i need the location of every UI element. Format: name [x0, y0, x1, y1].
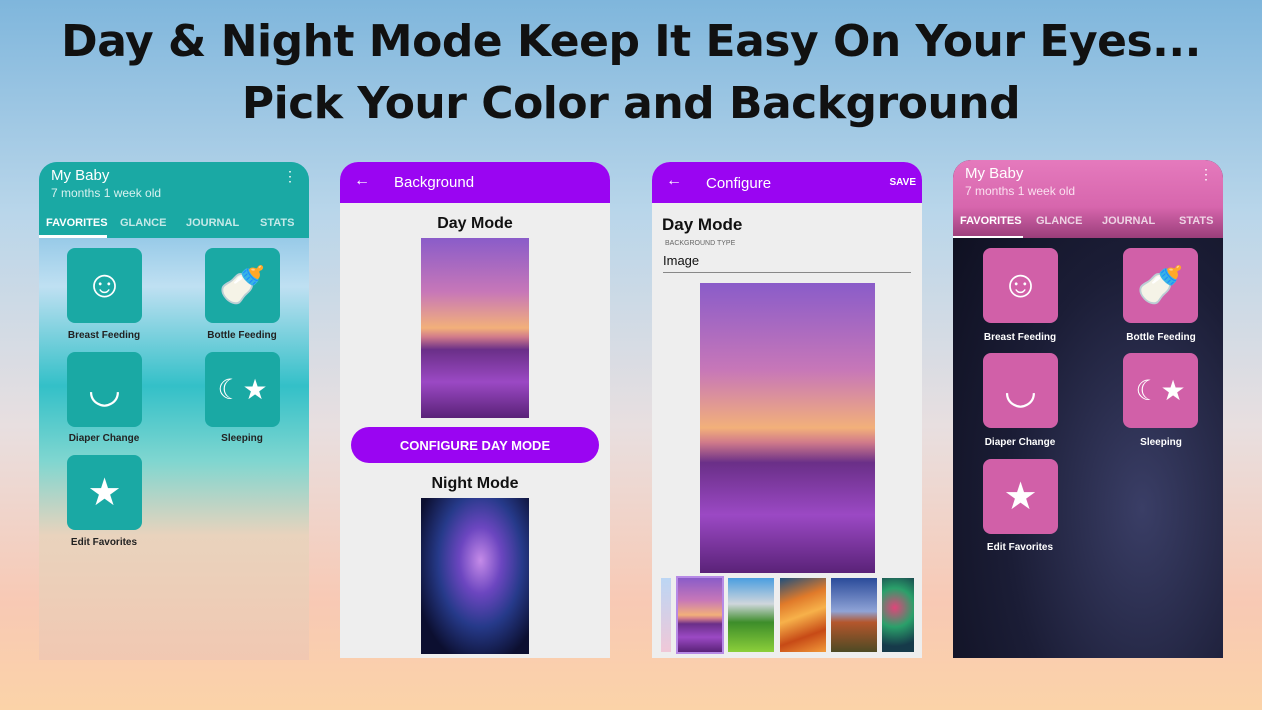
phone-background-settings: ← Background Day Mode CONFIGURE DAY MODE… [340, 162, 610, 658]
tab-journal[interactable]: JOURNAL [1102, 215, 1155, 227]
app-title: My Baby [965, 165, 1024, 182]
thumbnail-mountains[interactable] [728, 578, 774, 652]
tab-glance[interactable]: GLANCE [1036, 215, 1082, 227]
tile-label: Breast Feeding [983, 332, 1057, 343]
headline-line1: Day & Night Mode Keep It Easy On Your Ey… [61, 16, 1201, 67]
phone-configure: ← Configure SAVE Day Mode BACKGROUND TYP… [652, 162, 922, 658]
thumbnail-coral[interactable] [882, 578, 914, 652]
thumbnail-mesa[interactable] [831, 578, 877, 652]
star-icon: ★ [87, 472, 122, 514]
tab-journal[interactable]: JOURNAL [186, 217, 239, 229]
active-tab-indicator [953, 236, 1023, 238]
day-mode-heading: Day Mode [437, 215, 513, 232]
app-header: ← Configure SAVE [652, 162, 922, 203]
back-arrow-icon[interactable]: ← [354, 172, 370, 190]
bottle-icon: 🍼 [1136, 264, 1185, 307]
phone-day-teal: My Baby 7 months 1 week old ⋮ FAVORITES … [39, 162, 309, 660]
thumbnail-lavender[interactable] [676, 576, 724, 654]
tile-label: Bottle Feeding [207, 330, 277, 341]
headline-line2: Pick Your Color and Background [241, 78, 1021, 129]
diaper-icon: ◡ [1003, 370, 1038, 412]
background-type-select[interactable]: Image [663, 253, 911, 273]
night-mode-heading: Night Mode [431, 475, 519, 492]
diaper-icon: ◡ [87, 369, 122, 411]
day-mode-preview-image[interactable] [421, 238, 529, 418]
crib-mobile-icon: ☾★ [217, 374, 268, 405]
phone-night-pink: My Baby 7 months 1 week old ⋮ FAVORITES … [953, 160, 1223, 658]
configure-day-mode-button[interactable]: CONFIGURE DAY MODE [351, 427, 599, 463]
breastfeeding-icon: ☺ [1001, 264, 1040, 306]
tile-label: Bottle Feeding [1126, 332, 1196, 343]
tile-label: Diaper Change [68, 433, 140, 444]
tile-sleeping[interactable]: ☾★ [205, 352, 280, 427]
screen-title: Background [394, 174, 475, 191]
app-header: My Baby 7 months 1 week old ⋮ FAVORITES … [953, 160, 1223, 238]
bottle-icon: 🍼 [218, 264, 267, 307]
tab-stats[interactable]: STATS [260, 217, 294, 229]
tile-label: Edit Favorites [986, 542, 1054, 553]
tile-bottle-feeding[interactable]: 🍼 [205, 248, 280, 323]
tab-favorites[interactable]: FAVORITES [46, 217, 108, 229]
tile-label: Diaper Change [984, 437, 1056, 448]
app-subtitle: 7 months 1 week old [965, 184, 1076, 198]
crib-mobile-icon: ☾★ [1135, 375, 1186, 406]
tile-diaper-change[interactable]: ◡ [983, 353, 1058, 428]
app-subtitle: 7 months 1 week old [51, 186, 162, 200]
thumbnail-sandstone[interactable] [780, 578, 826, 652]
night-mode-preview-image[interactable] [421, 498, 529, 654]
tile-label: Edit Favorites [70, 537, 138, 548]
tab-favorites[interactable]: FAVORITES [960, 215, 1022, 227]
tile-label: Breast Feeding [67, 330, 141, 341]
tile-diaper-change[interactable]: ◡ [67, 352, 142, 427]
tile-sleeping[interactable]: ☾★ [1123, 353, 1198, 428]
tab-glance[interactable]: GLANCE [120, 217, 166, 229]
day-mode-heading: Day Mode [662, 215, 743, 234]
overflow-menu-icon[interactable]: ⋮ [1199, 167, 1213, 181]
breastfeeding-icon: ☺ [85, 264, 124, 306]
tile-breast-feeding[interactable]: ☺ [67, 248, 142, 323]
tile-label: Sleeping [1140, 437, 1182, 448]
save-button[interactable]: SAVE [890, 177, 917, 188]
tile-edit-favorites[interactable]: ★ [67, 455, 142, 530]
tile-label: Sleeping [221, 433, 263, 444]
app-header: ← Background [340, 162, 610, 203]
tab-stats[interactable]: STATS [1179, 215, 1213, 227]
thumbnail-sky[interactable] [661, 578, 671, 652]
active-tab-indicator [39, 235, 107, 238]
app-header: My Baby 7 months 1 week old ⋮ FAVORITES … [39, 162, 309, 238]
screen-title: Configure [706, 175, 772, 192]
overflow-menu-icon[interactable]: ⋮ [283, 169, 297, 183]
tile-bottle-feeding[interactable]: 🍼 [1123, 248, 1198, 323]
background-type-label: BACKGROUND TYPE [665, 240, 736, 247]
selected-background-preview [700, 283, 875, 573]
back-arrow-icon[interactable]: ← [666, 172, 682, 190]
app-title: My Baby [51, 167, 110, 184]
tile-breast-feeding[interactable]: ☺ [983, 248, 1058, 323]
tile-edit-favorites[interactable]: ★ [983, 459, 1058, 534]
star-icon: ★ [1003, 476, 1038, 518]
